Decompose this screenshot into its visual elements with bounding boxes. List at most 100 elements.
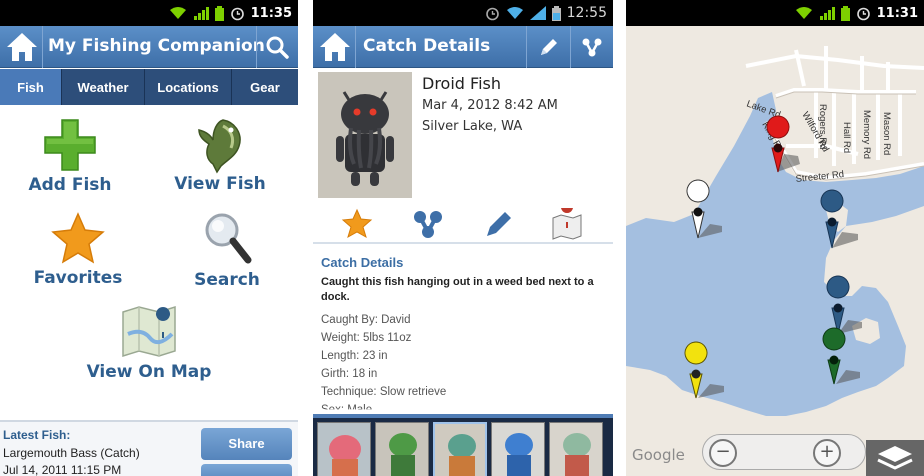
share-icon — [582, 38, 602, 57]
favorites-label: Favorites — [33, 268, 123, 288]
street-label-hall: Hall Rd — [841, 122, 852, 153]
home-icon — [320, 33, 350, 61]
star-icon — [51, 212, 105, 264]
girth: Girth: 18 in — [321, 368, 378, 380]
zoom-controls: − + — [702, 434, 866, 470]
clock: 11:31 — [876, 5, 918, 21]
thumbnail-selected[interactable] — [433, 422, 487, 476]
action-bar-divider — [42, 26, 43, 68]
pencil-icon — [487, 212, 511, 236]
status-bar: 12:55 — [313, 0, 613, 26]
tab-weather[interactable]: Weather — [62, 69, 145, 105]
share-button[interactable]: Share — [201, 428, 292, 460]
pencil-icon — [540, 39, 557, 55]
search-label: Search — [194, 270, 260, 290]
catch-details-screen: 12:55 Catch Details Droid Fish Mar 4, 20… — [313, 0, 613, 476]
share-catch-button[interactable] — [412, 208, 444, 240]
magnifier-icon — [205, 213, 252, 264]
screen-title: Catch Details — [363, 36, 491, 56]
tab-gear[interactable]: Gear — [232, 69, 298, 105]
layers-button[interactable] — [866, 440, 924, 476]
favorites-button[interactable]: Favorites — [26, 212, 130, 288]
thumbnail[interactable] — [317, 422, 371, 476]
add-fish-label: Add Fish — [28, 175, 112, 195]
photo-filmstrip — [313, 414, 613, 476]
share-icon — [414, 211, 442, 238]
street-label-memory: Memory Rd — [861, 110, 872, 159]
home-button[interactable] — [4, 30, 40, 64]
view-fish-button[interactable]: View Fish — [172, 116, 268, 194]
droid-figure-image — [318, 72, 412, 198]
action-bar: My Fishing Companion — [0, 26, 298, 68]
map-canvas: Lake Rd Rogers Rd Hall Rd Memory Rd Maso… — [626, 26, 924, 476]
map-view[interactable]: Lake Rd Rogers Rd Hall Rd Memory Rd Maso… — [626, 26, 924, 476]
weight: Weight: 5lbs 11oz — [321, 332, 412, 344]
signal-icon — [193, 7, 209, 20]
action-bar: Catch Details — [313, 26, 613, 68]
view-on-map-button[interactable]: View On Map — [84, 304, 214, 382]
map-screen: 11:31 Lake Rd Rogers Rd Hall Rd Memory R… — [626, 0, 924, 476]
figure-thumbnail-image — [550, 423, 602, 476]
add-fish-button[interactable]: Add Fish — [20, 118, 120, 195]
layers-icon — [877, 446, 913, 470]
search-dashboard-button[interactable]: Search — [180, 210, 274, 290]
tab-fish[interactable]: Fish — [0, 69, 62, 105]
figure-thumbnail-image — [435, 424, 485, 476]
fish-photo[interactable] — [318, 72, 412, 198]
edit-catch-button[interactable] — [483, 208, 515, 240]
map-icon — [552, 201, 582, 240]
status-bar: 11:31 — [626, 0, 924, 26]
alarm-icon — [485, 7, 499, 20]
map-icon — [122, 305, 176, 358]
thumbnail[interactable] — [491, 422, 545, 476]
zoom-out-icon: − — [715, 441, 731, 462]
zoom-out-button[interactable]: − — [709, 439, 737, 467]
technique: Technique: Slow retrieve — [321, 386, 447, 398]
favorite-button[interactable] — [341, 208, 373, 240]
clock: 11:35 — [250, 5, 292, 21]
figure-thumbnail-image — [376, 423, 428, 476]
fish-icon — [198, 119, 241, 174]
zoom-in-button[interactable]: + — [813, 439, 841, 467]
street-label-mason: Mason Rd — [881, 112, 892, 155]
category-tabs: Fish Weather Locations Gear — [0, 69, 298, 105]
length: Length: 23 in — [321, 350, 388, 362]
map-catch-button[interactable] — [551, 201, 583, 240]
figure-thumbnail-image — [492, 423, 544, 476]
plus-icon — [44, 119, 96, 171]
edit-button[interactable] — [527, 26, 570, 68]
thumbnail[interactable] — [549, 422, 603, 476]
home-icon — [7, 33, 37, 61]
latest-fish-name: Largemouth Bass (Catch) — [3, 446, 140, 460]
battery-icon — [214, 5, 224, 21]
search-button[interactable] — [257, 26, 297, 68]
caught-by: Caught By: David — [321, 314, 411, 326]
latest-fish-heading: Latest Fish: — [3, 428, 71, 442]
battery-icon — [840, 5, 850, 21]
fish-name: Droid Fish — [422, 74, 501, 93]
latest-fish-date: Jul 14, 2011 11:15 PM — [3, 463, 122, 476]
clock: 12:55 — [566, 5, 607, 21]
alarm-icon — [230, 7, 244, 20]
alarm-icon — [856, 7, 870, 20]
google-logo: Google — [632, 446, 685, 464]
wifi-icon — [795, 7, 812, 19]
secondary-button[interactable] — [201, 464, 292, 476]
view-fish-label: View Fish — [174, 174, 266, 194]
signal-icon — [529, 6, 546, 20]
search-icon — [266, 36, 289, 59]
catch-details-heading: Catch Details — [321, 255, 404, 270]
catch-action-row — [313, 201, 613, 244]
star-icon — [341, 208, 373, 239]
signal-icon — [819, 7, 835, 20]
share-button[interactable] — [571, 26, 613, 68]
wifi-icon — [506, 7, 523, 19]
catch-location: Silver Lake, WA — [422, 119, 523, 134]
thumbnail[interactable] — [375, 422, 429, 476]
battery-icon — [551, 5, 561, 21]
wifi-icon — [169, 7, 186, 19]
action-bar-divider — [355, 26, 356, 68]
tab-locations[interactable]: Locations — [145, 69, 232, 105]
home-button[interactable] — [317, 30, 353, 64]
latest-fish-panel: Latest Fish: Largemouth Bass (Catch) Jul… — [0, 420, 298, 476]
